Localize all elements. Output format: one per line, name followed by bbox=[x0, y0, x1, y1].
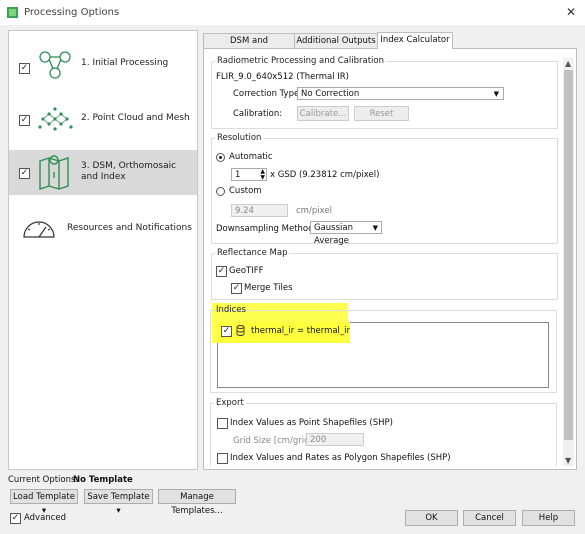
reflectance-group: Reflectance Map ✓ GeoTIFF ✓ Merge Tiles bbox=[211, 248, 558, 300]
close-icon[interactable]: ✕ bbox=[566, 5, 576, 19]
point-shp-checkbox[interactable] bbox=[217, 418, 228, 429]
index-item-label[interactable]: thermal_ir = thermal_ir bbox=[251, 326, 350, 336]
grid-size-label: Grid Size [cm/grid]: bbox=[233, 436, 316, 446]
indices-group: Indices ✓ thermal_ir = thermal_ir bbox=[210, 305, 557, 393]
automatic-radio[interactable] bbox=[216, 153, 225, 162]
tab-dsm-orthomosaic[interactable]: DSM and Orthomosaic bbox=[203, 33, 295, 60]
current-options-value: No Template bbox=[73, 475, 133, 485]
map-icon bbox=[39, 155, 69, 190]
step-checkbox[interactable]: ✓ bbox=[19, 115, 30, 126]
reset-button[interactable]: Reset bbox=[354, 106, 409, 121]
chevron-down-icon: ▼ bbox=[493, 90, 499, 98]
custom-radio[interactable] bbox=[216, 187, 225, 196]
geotiff-checkbox[interactable]: ✓ bbox=[216, 266, 227, 277]
initial-processing-icon bbox=[39, 51, 71, 79]
load-template-button[interactable]: Load Template ▾ bbox=[10, 489, 78, 516]
group-label: Reflectance Map bbox=[215, 248, 290, 258]
custom-resolution-input[interactable]: 9.24 bbox=[231, 204, 288, 217]
downsampling-label: Downsampling Method: bbox=[216, 224, 317, 234]
point-cloud-icon bbox=[38, 107, 73, 131]
custom-unit: cm/pixel bbox=[296, 206, 332, 216]
automatic-label: Automatic bbox=[229, 152, 273, 162]
step-resources[interactable]: Resources and Notifications bbox=[9, 207, 197, 251]
scroll-down-icon[interactable]: ▼ bbox=[565, 456, 571, 465]
advanced-label: Advanced bbox=[24, 513, 66, 523]
polygon-shp-checkbox[interactable] bbox=[217, 453, 228, 464]
step-label: 3. DSM, Orthomosaic and Index bbox=[81, 161, 177, 182]
help-button[interactable]: Help bbox=[522, 510, 575, 526]
group-label: Resolution bbox=[215, 133, 264, 143]
save-template-button[interactable]: Save Template ▾ bbox=[84, 489, 153, 516]
step-label: Resources and Notifications bbox=[67, 223, 192, 233]
gauge-icon bbox=[23, 221, 55, 238]
point-shp-label: Index Values as Point Shapefiles (SHP) bbox=[230, 418, 393, 428]
step-checkbox[interactable]: ✓ bbox=[19, 63, 30, 74]
merge-tiles-label: Merge Tiles bbox=[244, 283, 293, 293]
chevron-down-icon: ▼ bbox=[372, 224, 378, 232]
scroll-up-icon[interactable]: ▲ bbox=[565, 59, 571, 68]
group-label: Export bbox=[214, 398, 246, 408]
calibration-label: Calibration: bbox=[233, 109, 283, 119]
step-list: ✓ 1. Initial Processing ✓ 2. Point Cloud… bbox=[8, 30, 198, 470]
scrollbar-thumb[interactable] bbox=[564, 70, 573, 440]
gsd-value: 1 bbox=[235, 170, 241, 180]
database-icon bbox=[236, 325, 245, 336]
downsampling-select[interactable]: Gaussian Average ▼ bbox=[310, 221, 382, 246]
app-icon bbox=[7, 7, 18, 18]
step-checkbox[interactable]: ✓ bbox=[19, 168, 30, 179]
camera-name: FLIR_9.0_640x512 (Thermal IR) bbox=[216, 72, 349, 82]
step-dsm-orthomosaic[interactable]: ✓ 3. DSM, Orthomosaic and Index bbox=[9, 150, 197, 195]
geotiff-label: GeoTIFF bbox=[229, 266, 264, 276]
correction-type-value: No Correction bbox=[301, 89, 360, 99]
save-template-label: Save Template bbox=[87, 492, 150, 502]
grid-size-input[interactable]: 200 bbox=[306, 433, 364, 446]
index-item-checkbox[interactable]: ✓ bbox=[221, 326, 232, 337]
current-options-label: Current Options: bbox=[8, 475, 79, 485]
spin-arrows-icon[interactable]: ▲ ▼ bbox=[260, 169, 265, 181]
correction-type-label: Correction Type: bbox=[233, 89, 303, 99]
gsd-spinbox[interactable]: 1 ▲ ▼ bbox=[231, 168, 267, 181]
calibrate-button[interactable]: Calibrate... bbox=[297, 106, 349, 121]
merge-tiles-checkbox[interactable]: ✓ bbox=[231, 283, 242, 294]
load-template-label: Load Template bbox=[13, 492, 75, 502]
gsd-text: x GSD (9.23812 cm/pixel) bbox=[270, 170, 380, 180]
advanced-checkbox[interactable]: ✓ bbox=[10, 513, 21, 524]
downsampling-value: Gaussian Average bbox=[314, 223, 353, 246]
step-initial-processing[interactable]: ✓ 1. Initial Processing bbox=[9, 39, 197, 87]
radiometric-group: Radiometric Processing and Calibration F… bbox=[211, 56, 558, 129]
step-label: 2. Point Cloud and Mesh bbox=[81, 113, 190, 123]
custom-label: Custom bbox=[229, 186, 262, 196]
window-title: Processing Options bbox=[24, 7, 120, 18]
group-label: Indices bbox=[216, 305, 246, 315]
correction-type-select[interactable]: No Correction ▼ bbox=[297, 87, 504, 100]
tab-additional-outputs[interactable]: Additional Outputs bbox=[294, 33, 378, 48]
step-label: 1. Initial Processing bbox=[81, 58, 169, 68]
group-label: Radiometric Processing and Calibration bbox=[215, 56, 386, 66]
resolution-group: Resolution Automatic 1 ▲ ▼ x GSD (9.23812… bbox=[211, 133, 558, 246]
step-point-cloud[interactable]: ✓ 2. Point Cloud and Mesh bbox=[9, 95, 197, 143]
polygon-shp-label: Index Values and Rates as Polygon Shapef… bbox=[230, 453, 451, 463]
export-group: Export Index Values as Point Shapefiles … bbox=[210, 398, 557, 466]
dropdown-icon: ▾ bbox=[116, 506, 121, 516]
ok-button[interactable]: OK bbox=[405, 510, 458, 526]
cancel-button[interactable]: Cancel bbox=[463, 510, 516, 526]
manage-templates-button[interactable]: Manage Templates... bbox=[158, 489, 236, 516]
tab-index-calculator[interactable]: Index Calculator bbox=[377, 32, 453, 49]
